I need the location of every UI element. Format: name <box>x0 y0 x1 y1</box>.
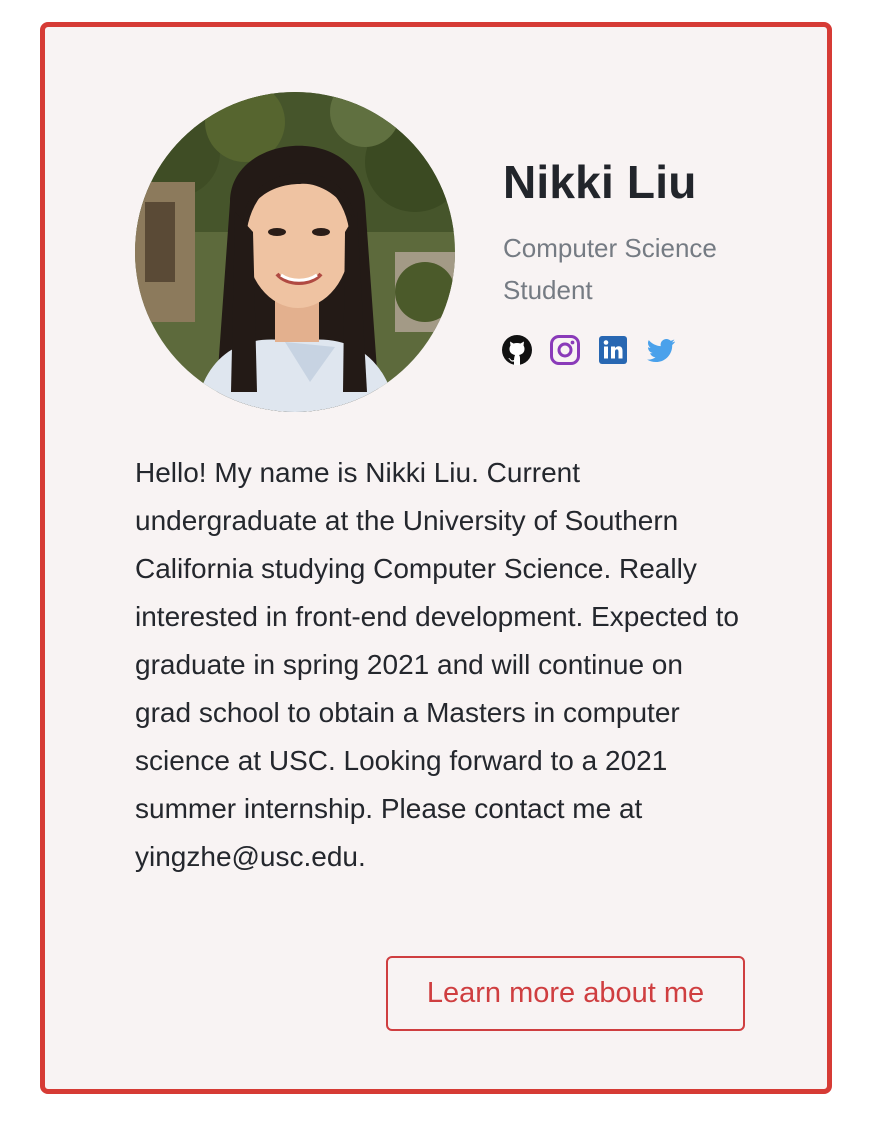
social-links <box>501 334 677 366</box>
profile-bio: Hello! My name is Nikki Liu. Current und… <box>135 457 739 872</box>
linkedin-icon[interactable] <box>597 334 629 366</box>
profile-photo <box>135 92 455 412</box>
twitter-icon[interactable] <box>645 334 677 366</box>
profile-card: Nikki Liu Computer Science Student Hello… <box>40 22 832 1094</box>
profile-subtitle: Computer Science Student <box>503 233 717 305</box>
instagram-icon[interactable] <box>549 334 581 366</box>
github-icon[interactable] <box>501 334 533 366</box>
profile-name: Nikki Liu <box>503 156 697 208</box>
learn-more-button[interactable]: Learn more about me <box>386 956 745 1031</box>
profile-photo-image <box>135 92 455 412</box>
